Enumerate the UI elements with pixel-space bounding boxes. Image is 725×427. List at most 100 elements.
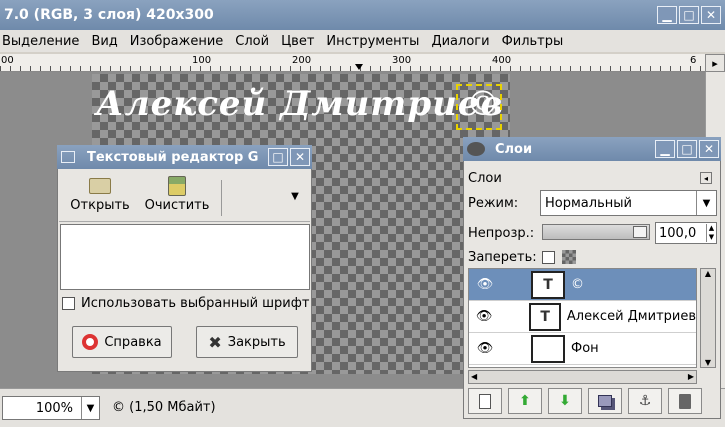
open-label: Открыть [70, 198, 130, 213]
background-layer-thumbnail [531, 334, 565, 363]
new-document-icon [479, 393, 491, 409]
spin-arrows-icon[interactable]: ▲ ▼ [706, 224, 716, 242]
use-font-checkbox[interactable] [62, 297, 75, 310]
horizontal-ruler[interactable]: 00 100 200 300 400 6 [0, 54, 705, 72]
layer-name[interactable]: © [571, 277, 584, 292]
close-button[interactable]: ✕ [290, 148, 310, 166]
menu-view[interactable]: Вид [91, 34, 117, 49]
new-layer-button[interactable] [468, 388, 502, 414]
duplicate-icon [598, 395, 612, 407]
menu-dialogs[interactable]: Диалоги [431, 34, 489, 49]
maximize-button[interactable]: □ [268, 148, 288, 166]
status-text: © (1,50 Мбайт) [112, 400, 216, 415]
menu-layer[interactable]: Слой [235, 34, 269, 49]
zoom-select[interactable]: 100% ▼ [2, 396, 100, 420]
menu-tools[interactable]: Инструменты [326, 34, 419, 49]
scroll-left-icon[interactable]: ◀ [471, 372, 477, 381]
text-layer-thumbnail: T [529, 302, 561, 331]
layer-row[interactable]: 👁 Фон [469, 333, 696, 365]
opacity-slider-handle[interactable] [633, 226, 647, 238]
maximize-button[interactable]: □ [679, 6, 699, 24]
duplicate-layer-button[interactable] [588, 388, 622, 414]
ruler-ticks [0, 66, 705, 71]
layer-name[interactable]: Алексей Дмитриев [567, 309, 696, 324]
close-button[interactable]: ✕ [699, 140, 719, 158]
menu-image[interactable]: Изображение [130, 34, 223, 49]
menu-select[interactable]: Выделение [2, 34, 79, 49]
layers-tab-label[interactable]: Слои [468, 171, 502, 186]
mode-value: Нормальный [545, 195, 632, 211]
ruler-tick-label: 100 [192, 55, 212, 66]
menu-color[interactable]: Цвет [281, 34, 314, 49]
lock-alpha-icon [562, 250, 576, 264]
layer-row[interactable]: 👁 T © [469, 269, 696, 301]
broom-icon [168, 176, 186, 196]
open-button[interactable]: Открыть [66, 176, 134, 220]
layers-list[interactable]: 👁 T © 👁 T Алексей Дмитриев 👁 Фон [468, 268, 697, 368]
eye-icon[interactable]: 👁 [475, 341, 495, 356]
help-label: Справка [104, 334, 162, 350]
anchor-icon: ⚓ [638, 393, 652, 409]
eye-icon[interactable]: 👁 [475, 277, 495, 292]
lock-alpha-checkbox[interactable] [542, 251, 555, 264]
toolbar-overflow-button[interactable]: ▼ [287, 188, 303, 204]
main-title: 7.0 (RGB, 3 слоя) 420x300 [4, 7, 214, 23]
scroll-up-icon[interactable]: ▲ [701, 269, 715, 278]
maximize-button[interactable]: □ [677, 140, 697, 158]
use-font-label: Использовать выбранный шрифт [81, 296, 310, 311]
anchor-layer-button[interactable]: ⚓ [628, 388, 662, 414]
help-button[interactable]: Справка [72, 326, 172, 358]
arrow-up-icon: ⬆ [519, 393, 531, 409]
chevron-down-icon: ▼ [696, 191, 716, 215]
close-icon: ✖ [208, 332, 222, 352]
mode-label: Режим: [468, 196, 519, 211]
clear-label: Очистить [144, 198, 210, 213]
arrow-down-icon: ⬇ [559, 393, 571, 409]
text-layer-thumbnail: T [531, 270, 565, 299]
ruler-tick-label: 300 [392, 55, 412, 66]
eye-icon[interactable]: 👁 [475, 309, 493, 324]
close-dialog-button[interactable]: ✖ Закрыть [196, 326, 298, 358]
chevron-down-icon: ▼ [81, 397, 99, 419]
text-editor-titlebar: Текстовый редактор G □ ✕ [57, 145, 312, 169]
clear-button[interactable]: Очистить [142, 176, 212, 220]
ruler-tick-label: 00 [1, 55, 14, 66]
scroll-down-icon[interactable]: ▼ [701, 358, 715, 367]
opacity-spinbox[interactable]: 100,0 ▲ ▼ [655, 222, 717, 244]
lower-layer-button[interactable]: ⬇ [548, 388, 582, 414]
menubar: Выделение Вид Изображение Слой Цвет Инст… [0, 30, 725, 52]
ruler-pointer-icon [355, 64, 363, 70]
app-icon [61, 151, 75, 163]
text-editor-title: Текстовый редактор G [87, 149, 259, 165]
tab-menu-button[interactable]: ◂ [700, 172, 712, 184]
mode-select[interactable]: Нормальный ▼ [540, 190, 717, 216]
raise-layer-button[interactable]: ⬆ [508, 388, 542, 414]
toolbar-separator [221, 180, 222, 216]
lifebuoy-icon [82, 334, 99, 350]
layers-horizontal-scrollbar[interactable]: ◀ ▶ [468, 370, 697, 384]
canvas-signature-text: Алексей Дмитриев [96, 84, 504, 124]
minimize-button[interactable]: ▁ [657, 6, 677, 24]
ruler-tick-label: 200 [292, 55, 312, 66]
minimize-button[interactable]: ▁ [655, 140, 675, 158]
layer-name[interactable]: Фон [571, 341, 599, 356]
lock-label: Запереть: [468, 250, 537, 265]
opacity-label: Непрозр.: [468, 226, 535, 241]
use-font-checkbox-row[interactable]: Использовать выбранный шрифт [62, 296, 309, 311]
zoom-value: 100% [35, 400, 73, 416]
text-input-area[interactable] [60, 224, 310, 290]
canvas-copyright-text: © [466, 84, 500, 124]
layers-vertical-scrollbar[interactable]: ▲ ▼ [700, 268, 716, 368]
ruler-tick-label: 6 [690, 55, 697, 66]
opacity-slider[interactable] [542, 224, 650, 240]
menu-filters[interactable]: Фильтры [502, 34, 564, 49]
layer-row[interactable]: 👁 T Алексей Дмитриев [469, 301, 696, 333]
navigation-button[interactable]: ▸ [705, 54, 725, 72]
main-titlebar: 7.0 (RGB, 3 слоя) 420x300 ▁ □ ✕ [0, 0, 725, 30]
scroll-right-icon[interactable]: ▶ [688, 372, 694, 381]
close-button[interactable]: ✕ [701, 6, 721, 24]
opacity-value: 100,0 [659, 225, 697, 241]
folder-icon [89, 178, 111, 194]
trash-icon [679, 393, 691, 409]
delete-layer-button[interactable] [668, 388, 702, 414]
